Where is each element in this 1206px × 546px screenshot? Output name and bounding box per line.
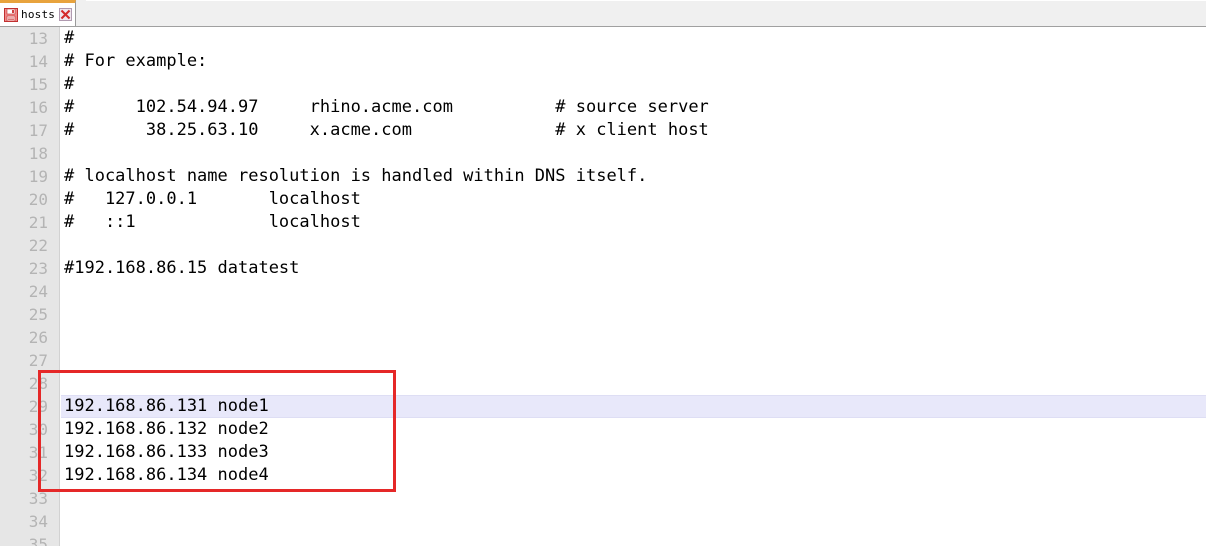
editor-line[interactable]: 21 # ::1 localhost [0,211,1206,234]
line-number: 14 [28,52,48,71]
tab-bar-empty-area [86,0,1206,26]
close-x-icon[interactable] [59,8,73,21]
editor-line[interactable]: 13 # [0,27,1206,50]
line-number: 24 [28,282,48,301]
line-number: 16 [28,98,48,117]
line-text[interactable]: # [64,27,74,50]
line-text[interactable]: # 127.0.0.1 localhost [64,188,361,211]
line-number: 15 [28,75,48,94]
line-number: 21 [28,213,48,232]
line-number: 20 [28,190,48,209]
line-number: 35 [28,535,48,546]
line-number: 28 [28,374,48,393]
line-number: 27 [28,351,48,370]
editor-line[interactable]: 35 [0,533,1206,546]
editor-line[interactable]: 18 [0,142,1206,165]
editor-line[interactable]: 25 [0,303,1206,326]
editor-line[interactable]: 24 [0,280,1206,303]
tab-hosts[interactable]: hosts [0,0,77,26]
line-number: 30 [28,420,48,439]
line-number: 26 [28,328,48,347]
editor-line[interactable]: 23 #192.168.86.15 datatest [0,257,1206,280]
line-text[interactable]: 192.168.86.134 node4 [64,464,269,487]
line-number: 34 [28,512,48,531]
editor-line[interactable]: 27 [0,349,1206,372]
editor-line[interactable]: 31 192.168.86.133 node3 [0,441,1206,464]
line-number: 17 [28,121,48,140]
editor-line[interactable]: 26 [0,326,1206,349]
line-number: 23 [28,259,48,278]
tab-label: hosts [21,8,56,21]
editor-rows[interactable]: 13 #14 # For example: 15 #16 # 102.54.94.97 r… [0,27,1206,546]
editor-line[interactable]: 34 [0,510,1206,533]
editor-line[interactable]: 32 192.168.86.134 node4 [0,464,1206,487]
editor-line[interactable]: 30 192.168.86.132 node2 [0,418,1206,441]
editor-line[interactable]: 17 # 38.25.63.10 x.acme.com # x client ho… [0,119,1206,142]
tab-bar: hosts [0,0,1206,27]
line-text[interactable]: 192.168.86.132 node2 [64,418,269,441]
line-text[interactable]: # 38.25.63.10 x.acme.com # x client host [64,119,709,142]
line-text[interactable]: #192.168.86.15 datatest [64,257,299,280]
text-editor-area[interactable]: 13 #14 # For example: 15 #16 # 102.54.94.97 r… [0,27,1206,546]
editor-line[interactable]: 16 # 102.54.94.97 rhino.acme.com # source… [0,96,1206,119]
editor-line[interactable]: 29 192.168.86.131 node1 [0,395,1206,418]
line-text[interactable]: 192.168.86.133 node3 [64,441,269,464]
line-text[interactable]: 192.168.86.131 node1 [64,395,269,418]
line-number: 33 [28,489,48,508]
line-text[interactable]: # localhost name resolution is handled w… [64,165,647,188]
line-text[interactable]: # For example: [64,50,207,73]
line-number: 22 [28,236,48,255]
line-number: 19 [28,167,48,186]
line-number: 13 [28,29,48,48]
line-number: 32 [28,466,48,485]
line-number: 18 [28,144,48,163]
editor-line[interactable]: 19 # localhost name resolution is handled… [0,165,1206,188]
line-number: 29 [28,397,48,416]
line-text[interactable]: # [64,73,74,96]
editor-line[interactable]: 15 # [0,73,1206,96]
editor-line[interactable]: 22 [0,234,1206,257]
line-text[interactable]: # 102.54.94.97 rhino.acme.com # source s… [64,96,709,119]
line-number: 31 [28,443,48,462]
editor-line[interactable]: 20 # 127.0.0.1 localhost [0,188,1206,211]
line-number: 25 [28,305,48,324]
editor-line[interactable]: 28 [0,372,1206,395]
editor-line[interactable]: 33 [0,487,1206,510]
save-floppy-icon [4,7,18,22]
line-text[interactable]: # ::1 localhost [64,211,361,234]
editor-line[interactable]: 14 # For example: [0,50,1206,73]
